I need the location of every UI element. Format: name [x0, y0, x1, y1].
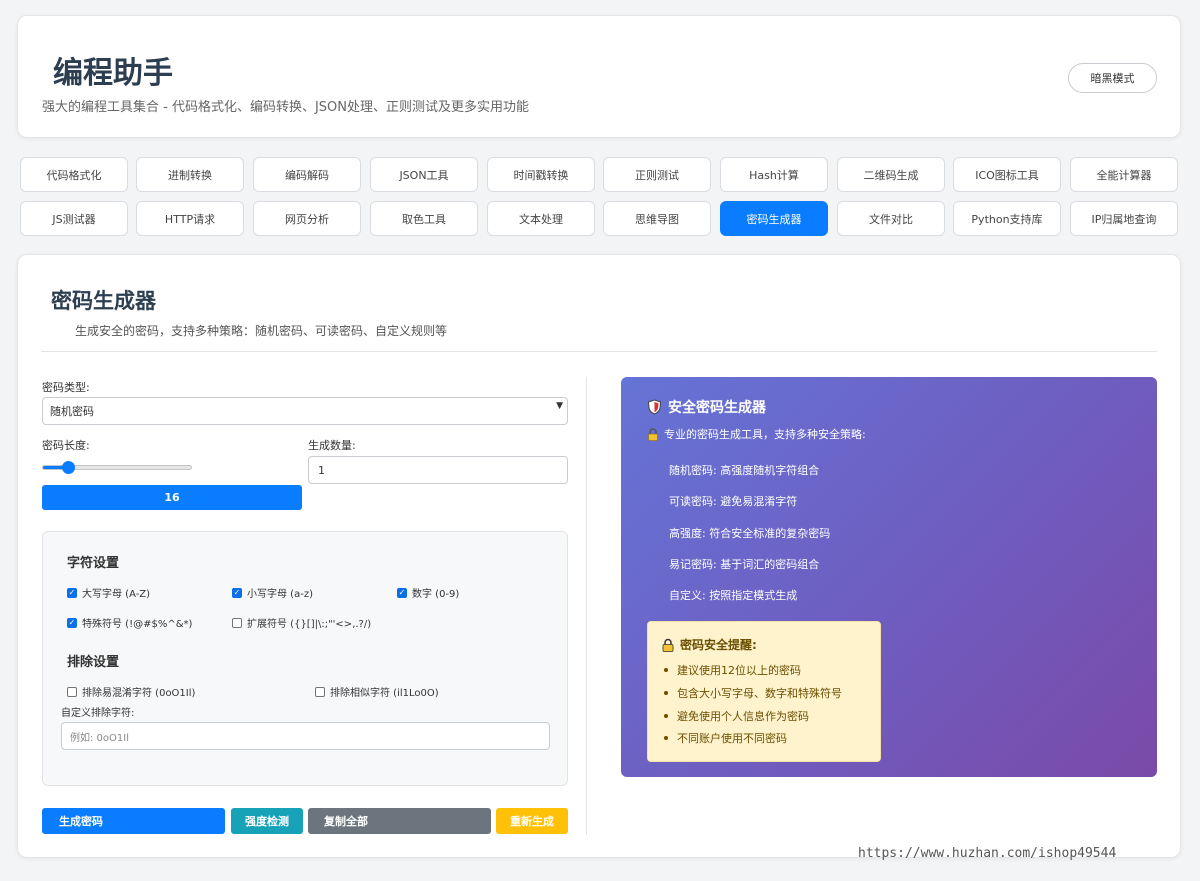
lock-icon [648, 427, 658, 441]
length-value-badge: 16 [42, 485, 302, 510]
nav-color-picker[interactable]: 取色工具 [370, 201, 478, 236]
shield-icon [647, 399, 662, 415]
divider [41, 351, 1157, 352]
password-type-select[interactable]: 随机密码 ▼ [42, 397, 568, 425]
tip-text: 避免使用个人信息作为密码 [677, 710, 809, 723]
watermark: https://www.huzhan.com/ishop49544 [858, 846, 1117, 861]
checkbox-label: 排除相似字符 (il1Lo0O) [330, 688, 439, 699]
nav-encode-decode[interactable]: 编码解码 [253, 157, 361, 192]
nav-base-convert[interactable]: 进制转换 [136, 157, 244, 192]
tip-text: 建议使用12位以上的密码 [677, 664, 801, 677]
checkbox-digits[interactable]: ✓ 数字 (0-9) [397, 585, 459, 600]
dark-mode-button[interactable]: 暗黑模式 [1068, 63, 1157, 93]
checkbox-icon[interactable]: ✓ [67, 617, 77, 628]
info-title-text: 安全密码生成器 [668, 400, 766, 416]
checkbox-lowercase[interactable]: ✓ 小写字母 (a-z) [232, 585, 313, 600]
length-label: 密码长度: [42, 439, 90, 452]
checkbox-label: 特殊符号 (!@#$%^&*) [82, 619, 193, 630]
password-type-value: 随机密码 [50, 405, 94, 418]
info-intro-text: 专业的密码生成工具，支持多种安全策略: [664, 428, 866, 441]
strategy-item: 自定义: 按照指定模式生成 [669, 589, 798, 602]
nav-ico-tool[interactable]: ICO图标工具 [953, 157, 1061, 192]
exclude-settings-title: 排除设置 [67, 655, 120, 670]
strategy-item: 易记密码: 基于词汇的密码组合 [669, 558, 820, 571]
nav-ip-lookup[interactable]: IP归属地查询 [1070, 201, 1178, 236]
tip-item: 包含大小写字母、数字和特殊符号 [664, 685, 842, 701]
nav-calculator[interactable]: 全能计算器 [1070, 157, 1178, 192]
type-label: 密码类型: [42, 381, 90, 394]
app-subtitle: 强大的编程工具集合 - 代码格式化、编码转换、JSON处理、正则测试及更多实用功… [42, 100, 529, 115]
info-title: 安全密码生成器 [647, 397, 766, 417]
checkbox-label: 数字 (0-9) [412, 589, 460, 600]
checkbox-exclude-similar[interactable]: 排除相似字符 (il1Lo0O) [315, 684, 439, 699]
checkbox-icon[interactable] [232, 617, 242, 628]
tip-text: 不同账户使用不同密码 [677, 732, 787, 745]
tip-item: 建议使用12位以上的密码 [664, 662, 801, 678]
nav-password-generator[interactable]: 密码生成器 [720, 201, 828, 236]
bullet-icon [664, 714, 668, 718]
checkbox-label: 排除易混淆字符 (0oO1Il) [82, 688, 196, 699]
strategy-item: 随机密码: 高强度随机字符组合 [669, 464, 820, 477]
info-panel: 安全密码生成器 专业的密码生成工具，支持多种安全策略: 随机密码: 高强度随机字… [621, 377, 1157, 777]
info-intro: 专业的密码生成工具，支持多种安全策略: [647, 426, 866, 442]
tip-title: 密码安全提醒: [661, 636, 757, 653]
checkbox-icon[interactable]: ✓ [67, 587, 77, 598]
nav-mind-map[interactable]: 思维导图 [603, 201, 711, 236]
nav-regex-test[interactable]: 正则测试 [603, 157, 711, 192]
generate-button[interactable]: 生成密码 [42, 808, 225, 834]
chevron-down-icon: ▼ [556, 401, 563, 411]
regenerate-button[interactable]: 重新生成 [496, 808, 568, 834]
tool-description: 生成安全的密码，支持多种策略：随机密码、可读密码、自定义规则等 [75, 324, 448, 338]
count-label: 生成数量: [308, 439, 356, 452]
bullet-icon [664, 668, 668, 672]
custom-exclude-input[interactable]: 例如: 0oO1Il [61, 722, 550, 750]
checkbox-icon[interactable]: ✓ [397, 587, 407, 598]
column-divider [586, 377, 587, 835]
bullet-icon [664, 691, 668, 695]
nav-code-format[interactable]: 代码格式化 [20, 157, 128, 192]
checkbox-extended[interactable]: 扩展符号 ({}[]|\:;"'<>,.?/) [232, 615, 371, 630]
tip-item: 避免使用个人信息作为密码 [664, 708, 809, 724]
tool-panel: 密码生成器 生成安全的密码，支持多种策略：随机密码、可读密码、自定义规则等 密码… [17, 254, 1181, 858]
options-panel: 字符设置 ✓ 大写字母 (A-Z) ✓ 小写字母 (a-z) ✓ 数字 (0-9… [42, 531, 568, 786]
checkbox-icon[interactable] [67, 686, 77, 697]
lock-icon [662, 638, 674, 652]
custom-exclude-label: 自定义排除字符: [61, 708, 135, 719]
nav-qrcode[interactable]: 二维码生成 [837, 157, 945, 192]
nav-http-request[interactable]: HTTP请求 [136, 201, 244, 236]
checkbox-exclude-ambiguous[interactable]: 排除易混淆字符 (0oO1Il) [67, 684, 195, 699]
length-slider[interactable] [42, 461, 192, 474]
tip-text: 包含大小写字母、数字和特殊符号 [677, 687, 842, 700]
nav-timestamp[interactable]: 时间戳转换 [487, 157, 595, 192]
strength-check-button[interactable]: 强度检测 [231, 808, 303, 834]
nav-js-tester[interactable]: JS测试器 [20, 201, 128, 236]
strategy-item: 可读密码: 避免易混淆字符 [669, 495, 798, 508]
tip-item: 不同账户使用不同密码 [664, 730, 787, 746]
app-header: 编程助手 强大的编程工具集合 - 代码格式化、编码转换、JSON处理、正则测试及… [17, 15, 1181, 138]
checkbox-uppercase[interactable]: ✓ 大写字母 (A-Z) [67, 585, 150, 600]
count-input[interactable]: 1 [308, 456, 568, 484]
security-tip-box: 密码安全提醒: 建议使用12位以上的密码 包含大小写字母、数字和特殊符号 避免使… [647, 621, 881, 762]
checkbox-icon[interactable] [315, 686, 325, 697]
checkbox-label: 小写字母 (a-z) [247, 589, 313, 600]
tool-title: 密码生成器 [51, 289, 156, 313]
length-slider-thumb[interactable] [62, 461, 76, 474]
checkbox-label: 扩展符号 ({}[]|\:;"'<>,.?/) [247, 619, 372, 630]
char-settings-title: 字符设置 [67, 556, 120, 571]
nav-hash[interactable]: Hash计算 [720, 157, 828, 192]
copy-all-button[interactable]: 复制全部 [308, 808, 491, 834]
app-title: 编程助手 [53, 56, 173, 91]
nav-text-process[interactable]: 文本处理 [487, 201, 595, 236]
nav-web-analysis[interactable]: 网页分析 [253, 201, 361, 236]
checkbox-icon[interactable]: ✓ [232, 587, 242, 598]
tip-title-text: 密码安全提醒: [680, 638, 757, 652]
nav-json-tool[interactable]: JSON工具 [370, 157, 478, 192]
strategy-item: 高强度: 符合安全标准的复杂密码 [669, 527, 831, 540]
bullet-icon [664, 736, 668, 740]
nav-python-libs[interactable]: Python支持库 [953, 201, 1061, 236]
checkbox-special[interactable]: ✓ 特殊符号 (!@#$%^&*) [67, 615, 192, 630]
nav-file-diff[interactable]: 文件对比 [837, 201, 945, 236]
checkbox-label: 大写字母 (A-Z) [82, 589, 151, 600]
